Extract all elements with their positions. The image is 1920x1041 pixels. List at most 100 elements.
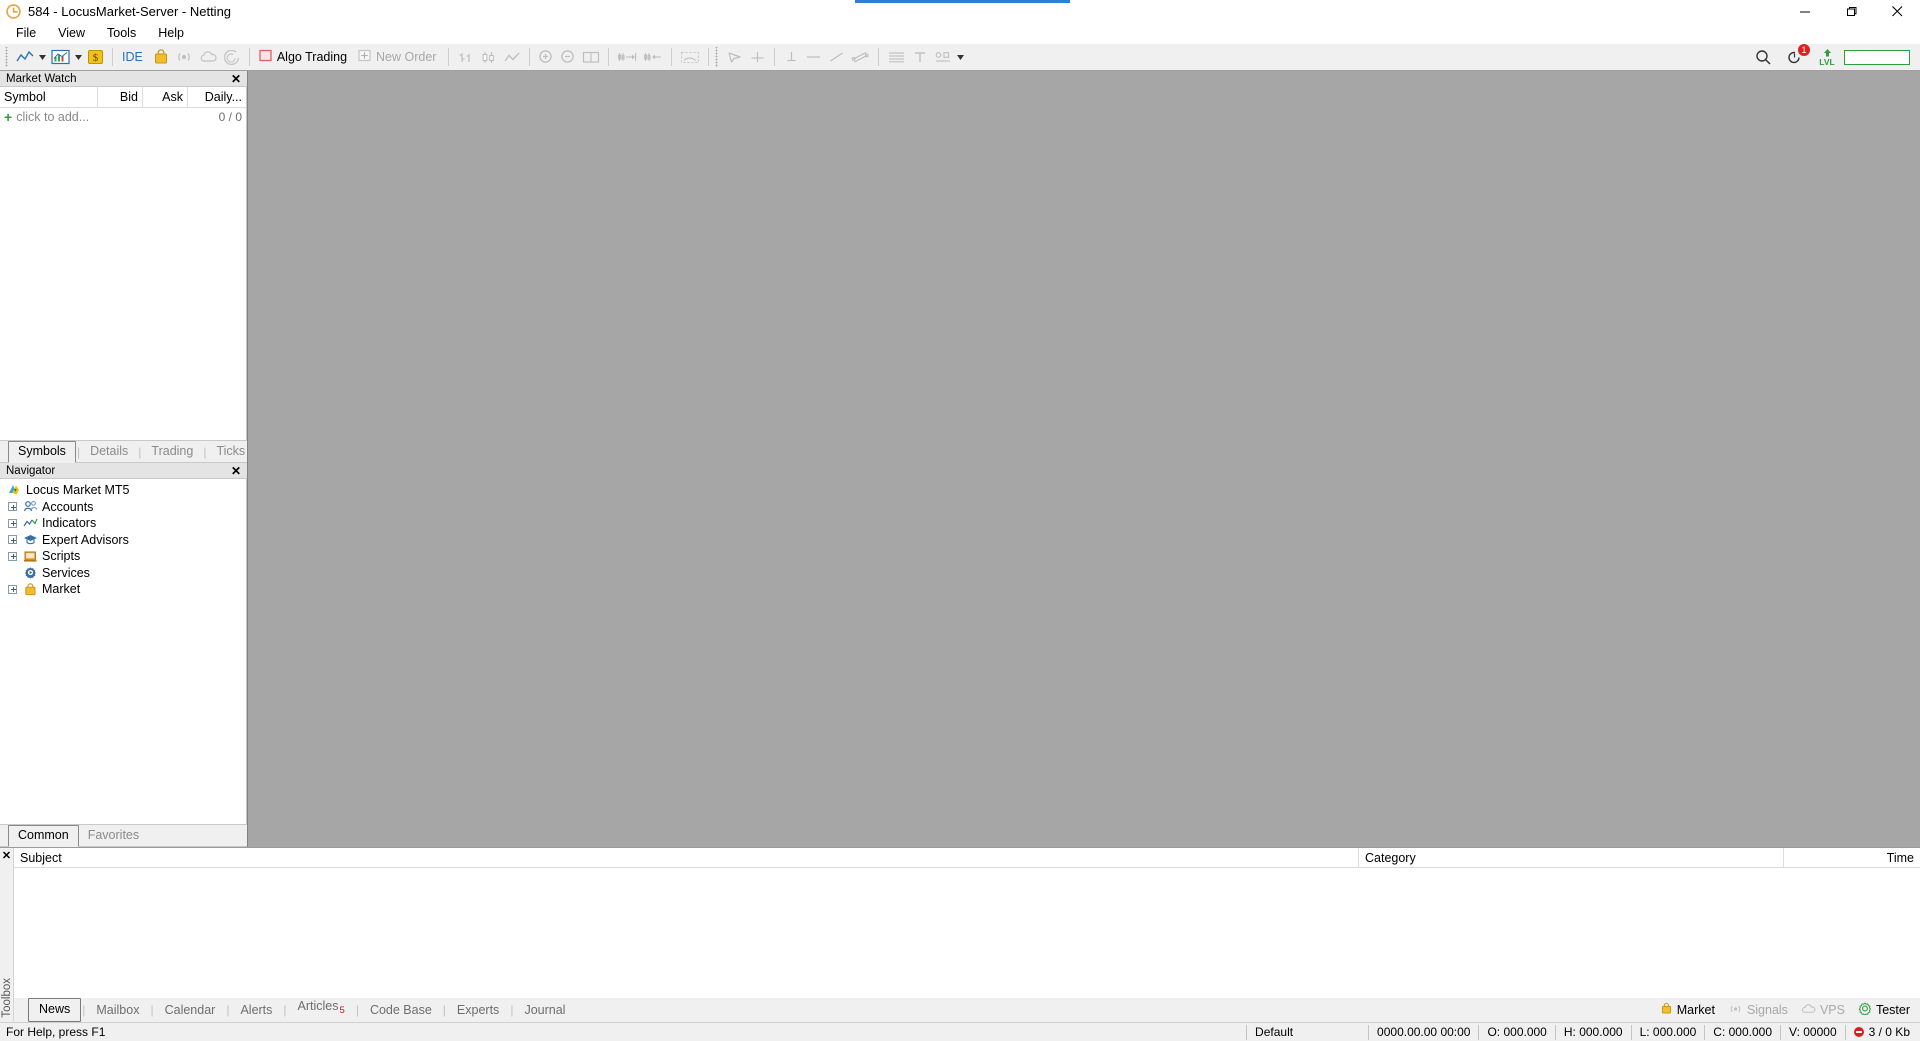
nav-item-indicators[interactable]: Indicators — [0, 515, 246, 532]
toolbar-grip[interactable] — [4, 47, 11, 67]
toolbox-tabs: News | Mailbox | Calendar | Alerts | Art… — [14, 998, 1920, 1022]
nav-item-expert-advisors[interactable]: Expert Advisors — [0, 532, 246, 549]
expand-icon[interactable] — [8, 518, 17, 528]
toolbar-separator — [608, 48, 610, 66]
status-volume: V: 00000 — [1780, 1024, 1845, 1040]
vertical-line-icon — [780, 46, 802, 68]
toolbar-separator — [112, 48, 113, 66]
expand-icon[interactable] — [8, 502, 17, 512]
tab-experts[interactable]: Experts — [447, 1000, 509, 1022]
nav-item-label: Indicators — [42, 516, 97, 531]
nav-item-accounts[interactable]: Accounts — [0, 499, 246, 516]
objects-caret-icon[interactable] — [955, 46, 966, 68]
market-bag-icon — [1660, 1002, 1673, 1018]
maximize-icon[interactable] — [1828, 0, 1874, 23]
market-watch-panel: Symbol Bid Ask Daily... + click to add..… — [0, 86, 247, 441]
search-icon[interactable] — [1752, 46, 1775, 68]
toolbox-content: Subject Category Time News | Mailbox | C… — [14, 847, 1920, 1022]
market-bag-icon[interactable] — [150, 46, 172, 68]
status-profile[interactable]: Default — [1246, 1024, 1368, 1040]
tab-favorites[interactable]: Favorites — [79, 826, 148, 846]
metaeditor-button[interactable]: IDE — [118, 46, 150, 68]
nav-item-scripts[interactable]: Scripts — [0, 548, 246, 565]
tab-common[interactable]: Common — [8, 825, 79, 847]
column-header-ask[interactable]: Ask — [143, 86, 188, 108]
new-chart-caret-icon[interactable] — [37, 46, 48, 68]
vps-cloud-icon — [196, 46, 221, 68]
tab-articles-label: Articles — [297, 998, 339, 1013]
lvl-up-icon[interactable]: LVL — [1816, 46, 1838, 68]
menu-item-view[interactable]: View — [47, 23, 96, 43]
nav-item-services[interactable]: Services — [0, 565, 246, 582]
market-watch-add-row[interactable]: + click to add... 0 / 0 — [0, 108, 246, 126]
nav-item-label: Services — [42, 565, 90, 580]
new-order-button: New Order — [354, 46, 443, 68]
chart-workspace[interactable] — [247, 71, 1920, 847]
tab-articles[interactable]: Articles5 — [288, 996, 355, 1023]
status-market[interactable]: Market — [1660, 1002, 1715, 1018]
new-chart-button[interactable] — [13, 46, 37, 68]
lvl-label: LVL — [1819, 57, 1835, 67]
menu-item-help[interactable]: Help — [147, 23, 195, 43]
services-icon — [22, 565, 38, 580]
window-controls — [1782, 0, 1920, 23]
charts-window-caret-icon[interactable] — [73, 46, 84, 68]
nav-item-label: Market — [42, 582, 81, 597]
expand-icon[interactable] — [8, 535, 17, 545]
search-input[interactable] — [1844, 49, 1910, 65]
articles-badge: 5 — [339, 1005, 345, 1016]
nav-root-locus-market-mt5[interactable]: Locus Market MT5 — [0, 482, 246, 499]
column-header-bid[interactable]: Bid — [98, 86, 143, 108]
column-header-symbol[interactable]: Symbol — [0, 86, 98, 108]
notifications-bell-icon[interactable]: 1 — [1783, 44, 1810, 68]
expand-icon[interactable] — [8, 584, 17, 594]
toolbar-separator — [529, 48, 531, 66]
menu-item-file[interactable]: File — [5, 23, 47, 43]
algo-trading-icon — [259, 49, 272, 65]
toolbox-rail: ✕ Toolbox — [0, 848, 14, 1022]
status-signals[interactable]: Signals — [1728, 1003, 1788, 1018]
charts-window-button[interactable] — [48, 46, 73, 68]
left-dock: Market Watch ✕ Symbol Bid Ask Daily... +… — [0, 71, 247, 847]
tab-details[interactable]: Details — [81, 442, 137, 462]
mt5-logo-icon — [6, 483, 22, 498]
notifications-badge: 1 — [1798, 44, 1810, 56]
zoom-in-icon — [535, 46, 557, 68]
horizontal-line-icon — [802, 46, 825, 68]
close-icon[interactable] — [1874, 0, 1920, 23]
tab-alerts[interactable]: Alerts — [230, 1000, 282, 1022]
close-icon[interactable]: ✕ — [229, 464, 243, 478]
tab-trading[interactable]: Trading — [142, 442, 202, 462]
column-header-subject[interactable]: Subject — [14, 847, 1359, 868]
status-vps[interactable]: VPS — [1801, 1003, 1845, 1018]
status-tester-label: Tester — [1875, 1003, 1910, 1017]
tab-calendar[interactable]: Calendar — [155, 1000, 226, 1022]
column-header-category[interactable]: Category — [1359, 847, 1784, 868]
tab-symbols[interactable]: Symbols — [8, 441, 76, 463]
status-signals-label: Signals — [1746, 1003, 1788, 1017]
toolbar-separator — [248, 48, 250, 66]
navigator-tabs: Common Favorites — [0, 825, 247, 847]
minimize-icon[interactable] — [1782, 0, 1828, 23]
toolbar-grip-2[interactable] — [714, 47, 722, 67]
close-icon[interactable]: ✕ — [2, 851, 11, 862]
tab-mailbox[interactable]: Mailbox — [86, 1000, 149, 1022]
nav-item-market[interactable]: Market — [0, 581, 246, 598]
expand-icon[interactable] — [8, 551, 17, 561]
status-tester[interactable]: Tester — [1858, 1002, 1910, 1018]
toolbar-container: $ IDE Algo Trading New Order 1 LVL — [0, 43, 1920, 71]
fibonacci-icon — [884, 46, 909, 68]
status-help-text: For Help, press F1 — [0, 1025, 105, 1039]
algo-trading-button[interactable]: Algo Trading — [255, 46, 354, 68]
tab-code-base[interactable]: Code Base — [360, 1000, 442, 1022]
menu-item-tools[interactable]: Tools — [96, 23, 147, 43]
status-connection[interactable]: 3 / 0 Kb — [1844, 1024, 1920, 1040]
signals-icon — [172, 46, 196, 68]
close-icon[interactable]: ✕ — [229, 72, 243, 86]
column-header-time[interactable]: Time — [1784, 848, 1920, 868]
tab-news[interactable]: News — [28, 998, 82, 1022]
tab-journal[interactable]: Journal — [514, 1000, 575, 1022]
dollar-coin-icon[interactable]: $ — [84, 46, 107, 68]
mt5-application-window: 584 - LocusMarket-Server - Netting File … — [0, 0, 1920, 1041]
column-header-daily[interactable]: Daily... — [188, 87, 246, 108]
